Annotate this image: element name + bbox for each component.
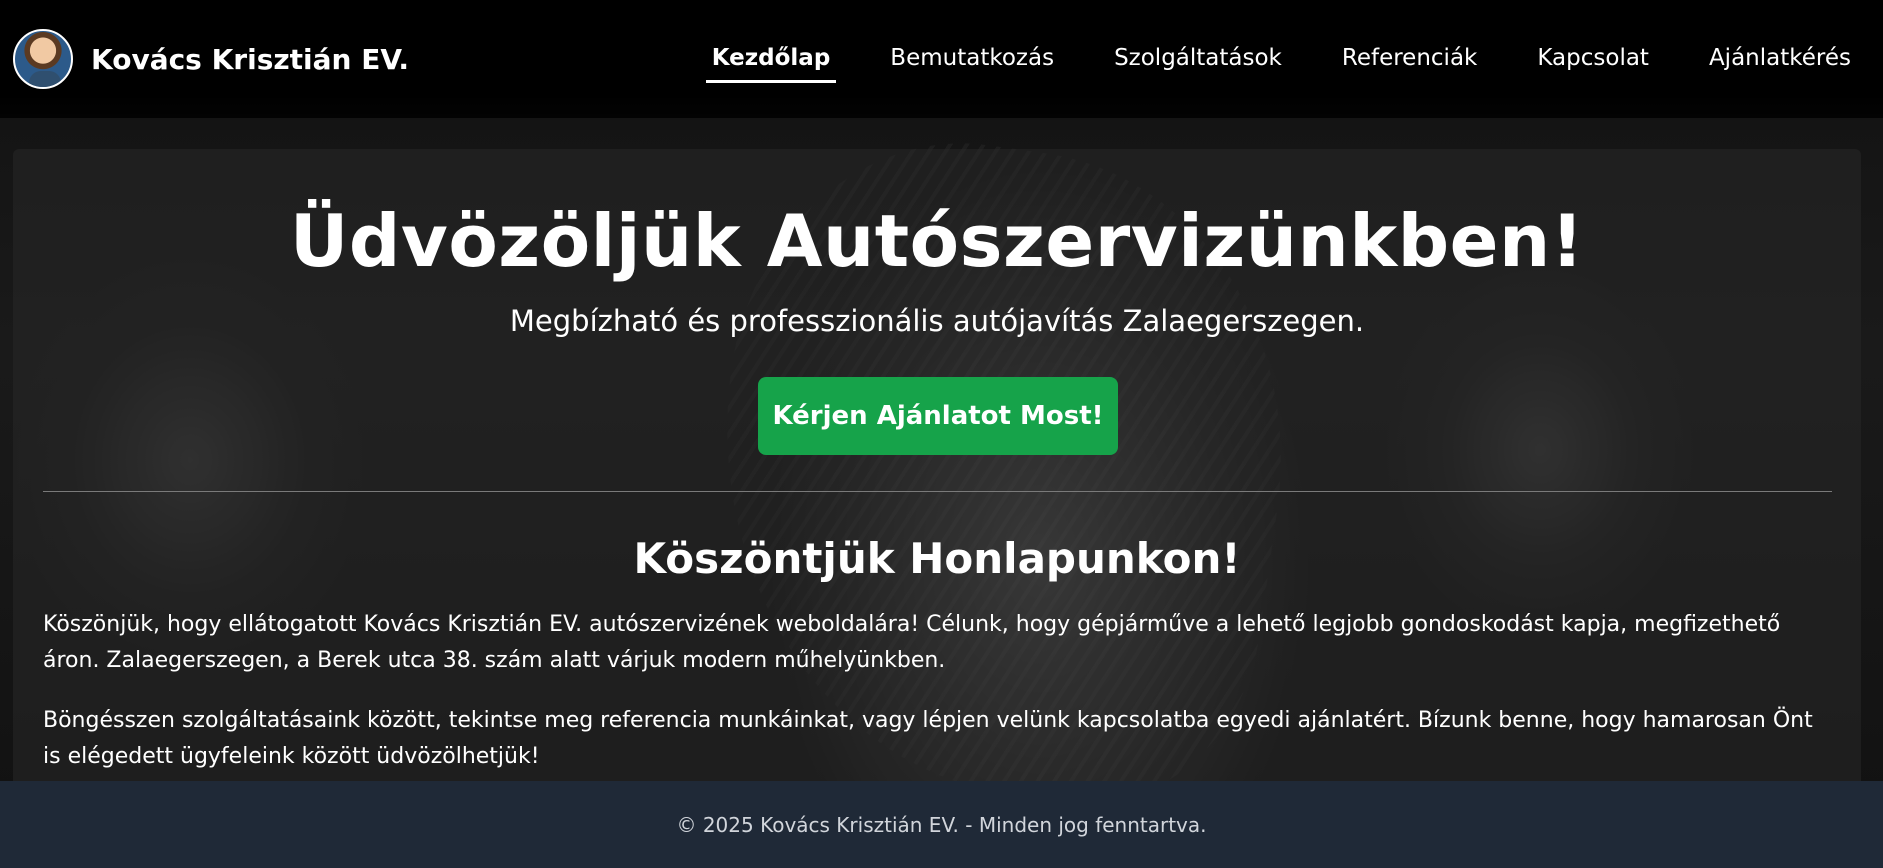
welcome-paragraph: Böngésszen szolgáltatásaink között, teki… (43, 708, 1813, 769)
mechanic-avatar-icon (13, 29, 73, 89)
nav-item-kezdolap[interactable]: Kezdőlap (705, 39, 837, 83)
nav-item-bemutatkozas[interactable]: Bemutatkozás (884, 39, 1060, 79)
nav-item-ajanlatkeres[interactable]: Ajánlatkérés (1703, 39, 1857, 79)
nav-item-szolgaltatasok[interactable]: Szolgáltatások (1108, 39, 1288, 79)
hero-panel: Üdvözöljük Autószervizünkben! Megbízható… (13, 149, 1861, 789)
hero-title: Üdvözöljük Autószervizünkben! (289, 199, 1585, 283)
nav-item-referenciak[interactable]: Referenciák (1336, 39, 1483, 79)
divider (43, 491, 1832, 492)
brand-name: Kovács Krisztián EV. (91, 42, 410, 76)
site-footer: © 2025 Kovács Krisztián EV. - Minden jog… (0, 781, 1883, 868)
hero-subtitle: Megbízható és professzionális autójavítá… (509, 304, 1365, 338)
brand[interactable]: Kovács Krisztián EV. (13, 29, 409, 89)
site-header: Kovács Krisztián EV. Kezdőlap Bemutatkoz… (0, 0, 1883, 118)
nav-item-kapcsolat[interactable]: Kapcsolat (1531, 39, 1655, 79)
copyright-text: © 2025 Kovács Krisztián EV. - Minden jog… (676, 812, 1207, 837)
request-quote-button[interactable]: Kérjen Ajánlatot Most! (758, 377, 1118, 455)
page: Kovács Krisztián EV. Kezdőlap Bemutatkoz… (0, 0, 1883, 868)
welcome-title: Köszöntjük Honlapunkon! (633, 534, 1241, 583)
welcome-paragraph: Köszönjük, hogy ellátogatott Kovács Kris… (43, 612, 1781, 673)
main-nav: Kezdőlap Bemutatkozás Szolgáltatások Ref… (705, 39, 1857, 83)
